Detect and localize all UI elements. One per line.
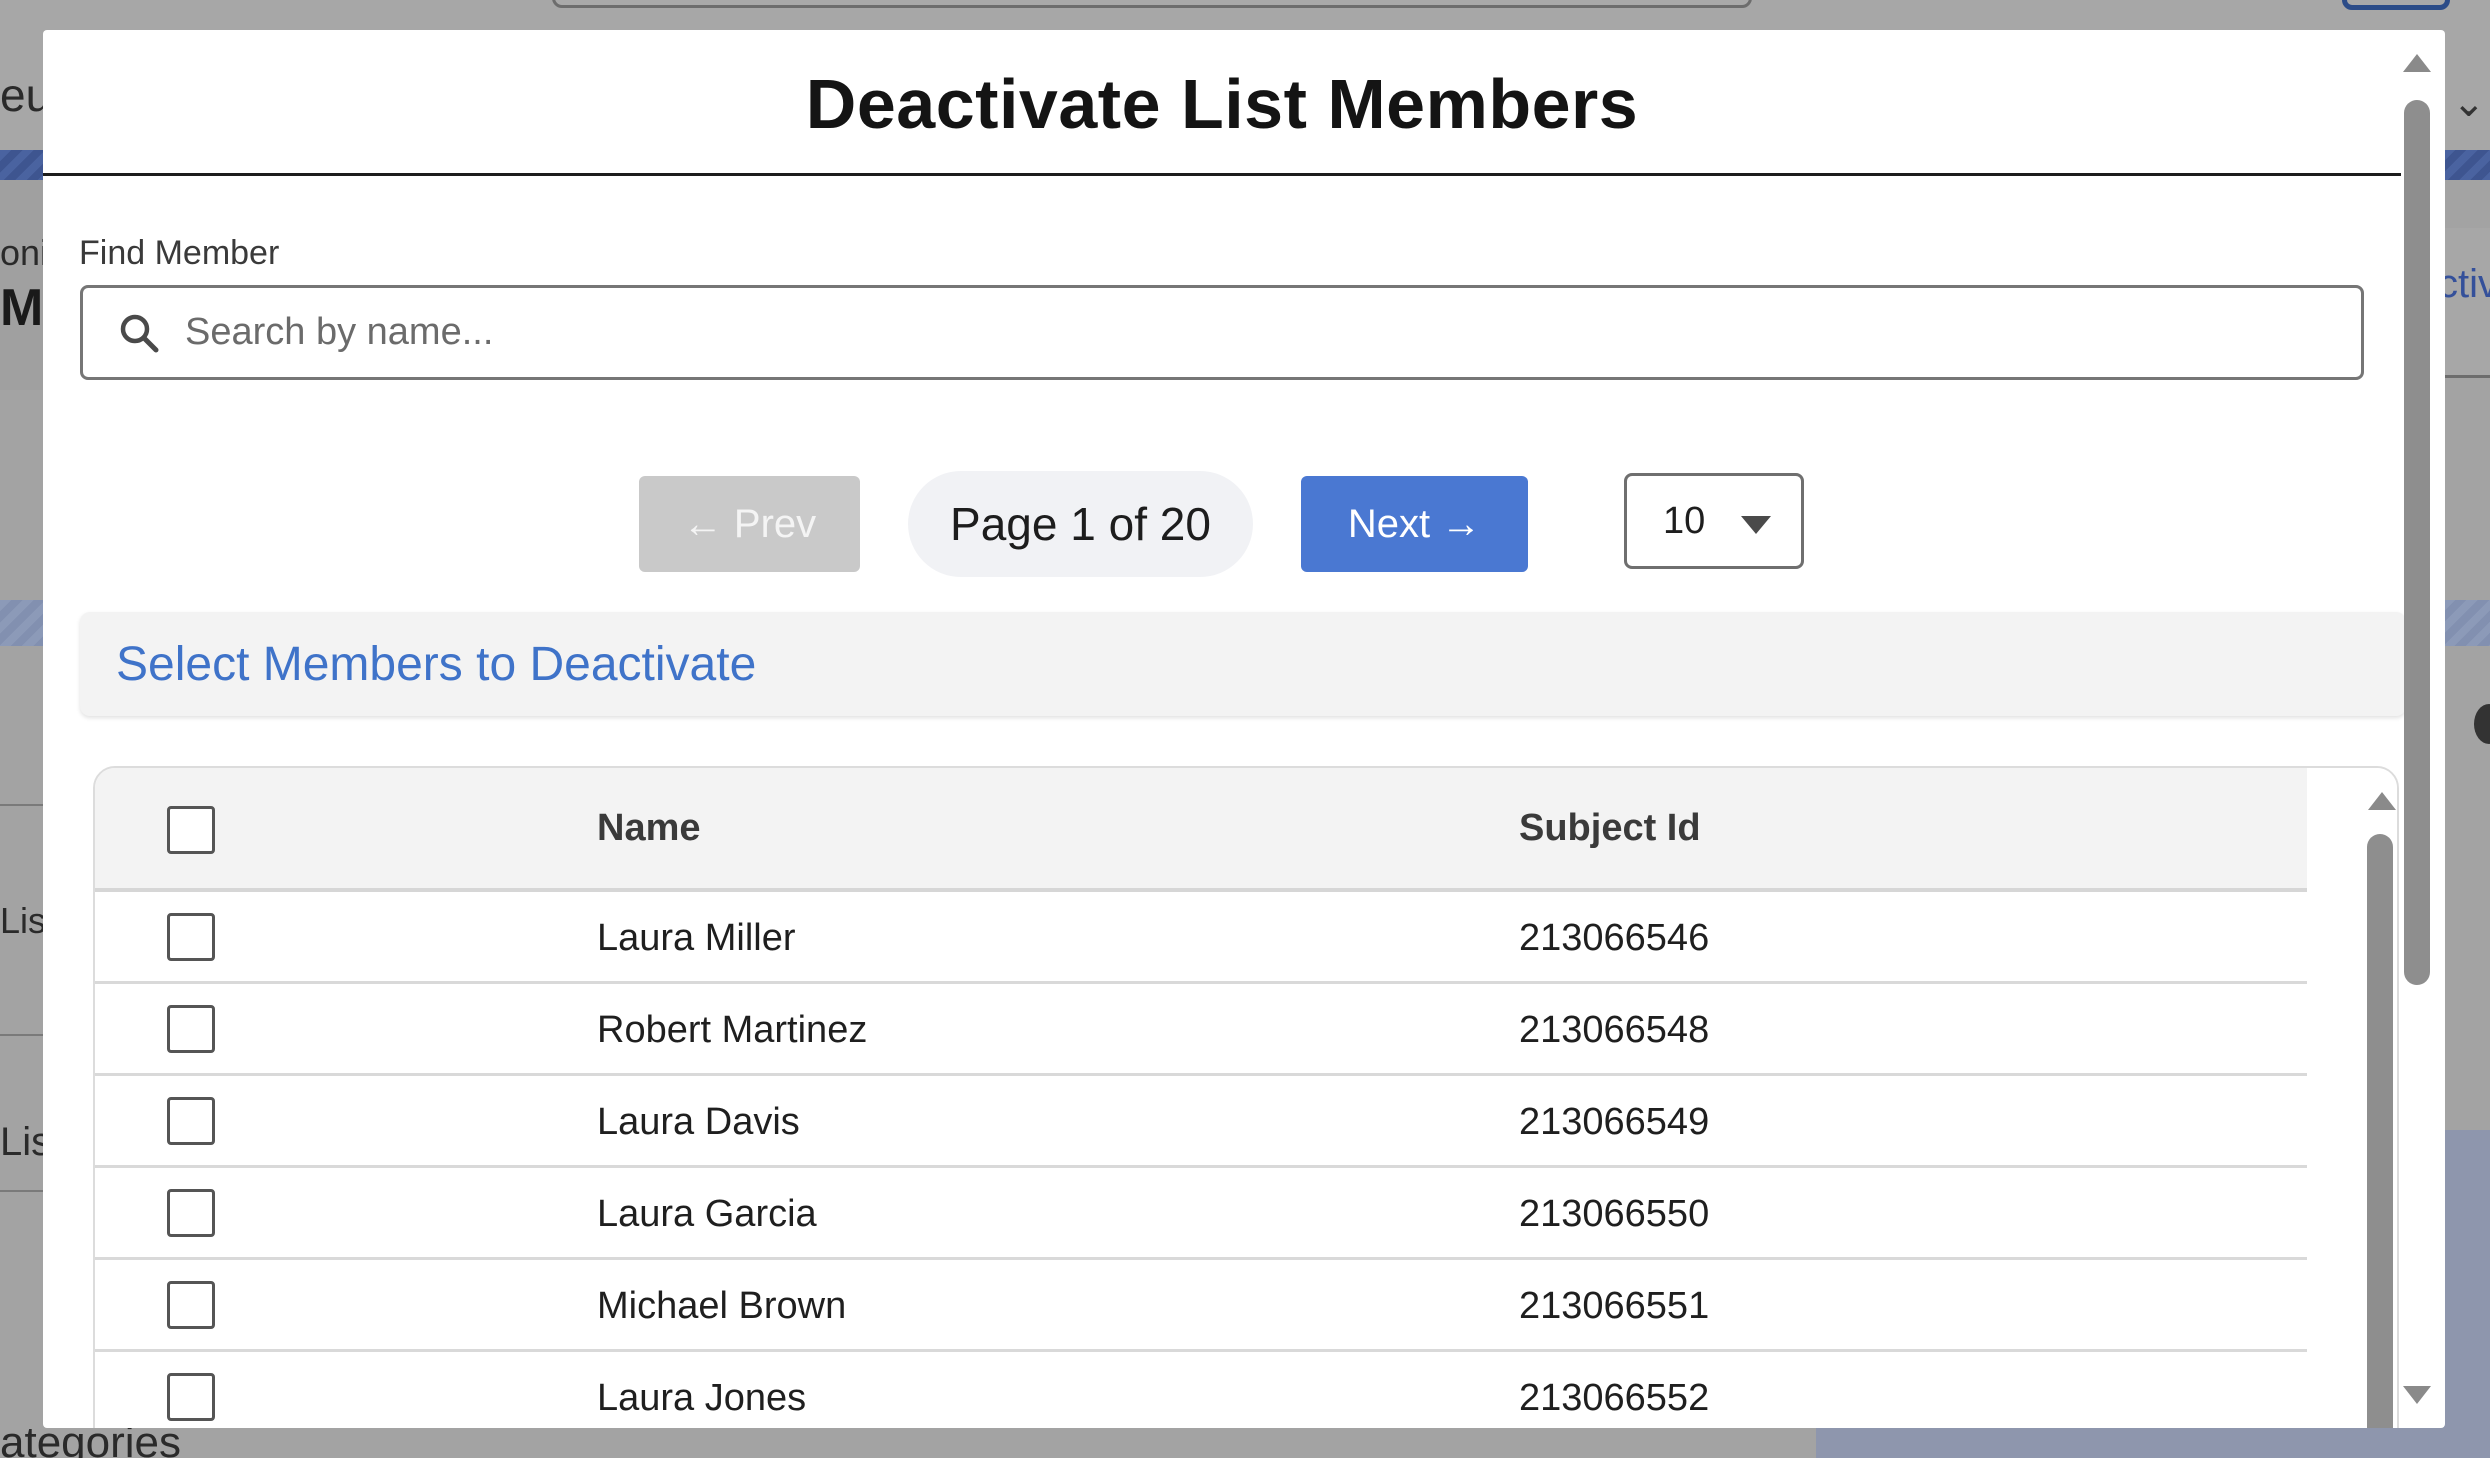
background-top-button — [2342, 0, 2450, 10]
caret-down-icon — [1741, 516, 1771, 534]
search-icon — [117, 311, 161, 355]
member-name: Laura Garcia — [597, 1192, 817, 1235]
row-checkbox[interactable] — [167, 1281, 215, 1329]
row-checkbox[interactable] — [167, 1097, 215, 1145]
search-input[interactable] — [185, 311, 2361, 354]
modal-header: Deactivate List Members — [43, 30, 2401, 176]
subject-id: 213066550 — [1519, 1192, 1710, 1235]
background-text: oni — [0, 232, 49, 273]
member-name: Laura Davis — [597, 1100, 800, 1143]
prev-page-button[interactable]: ← Prev — [639, 476, 860, 572]
table-scrollbar-thumb[interactable] — [2367, 834, 2393, 1428]
section-title: Select Members to Deactivate — [116, 637, 757, 691]
background-divider — [0, 1190, 44, 1192]
table-row[interactable]: Robert Martinez 213066548 — [95, 984, 2307, 1076]
background-divider — [0, 1034, 44, 1036]
background-tab: ctiv — [2438, 262, 2490, 306]
table-header: Name Subject Id — [95, 768, 2307, 892]
subject-id: 213066552 — [1519, 1376, 1710, 1419]
subject-id: 213066549 — [1519, 1100, 1710, 1143]
member-name: Robert Martinez — [597, 1008, 868, 1051]
table-row[interactable]: Laura Davis 213066549 — [95, 1076, 2307, 1168]
member-name: Laura Jones — [597, 1376, 807, 1419]
page-size-select[interactable]: 10 — [1624, 473, 1804, 569]
background-divider — [0, 804, 44, 806]
modal-scrollbar-thumb[interactable] — [2404, 100, 2430, 985]
modal-title: Deactivate List Members — [805, 65, 1639, 143]
find-member-label: Find Member — [79, 234, 280, 272]
subject-id: 213066551 — [1519, 1284, 1710, 1327]
column-header-subject-id[interactable]: Subject Id — [1519, 768, 1701, 888]
page-size-value: 10 — [1663, 499, 1706, 542]
select-all-checkbox[interactable] — [167, 806, 215, 854]
scroll-up-icon[interactable] — [2368, 792, 2396, 810]
section-header: Select Members to Deactivate — [80, 612, 2406, 716]
background-search-box — [552, 0, 1752, 8]
table-row[interactable]: Michael Brown 213066551 — [95, 1260, 2307, 1352]
background-chevron-down-icon: ⌄ — [2452, 81, 2486, 125]
subject-id: 213066546 — [1519, 916, 1710, 959]
table-row[interactable]: Laura Jones 213066552 — [95, 1352, 2307, 1428]
table-row[interactable]: Laura Garcia 213066550 — [95, 1168, 2307, 1260]
members-table: Name Subject Id Laura Miller 213066546 R… — [93, 766, 2399, 1428]
row-checkbox[interactable] — [167, 1373, 215, 1421]
background-dot-icon — [2474, 704, 2490, 744]
column-header-name[interactable]: Name — [597, 768, 701, 888]
row-checkbox[interactable] — [167, 913, 215, 961]
table-row[interactable]: Laura Miller 213066546 — [95, 892, 2307, 984]
scroll-down-icon[interactable] — [2403, 1386, 2431, 1404]
deactivate-members-modal: Deactivate List Members Find Member ← Pr… — [43, 30, 2445, 1428]
next-page-button[interactable]: Next → — [1301, 476, 1528, 572]
row-checkbox[interactable] — [167, 1189, 215, 1237]
scroll-up-icon[interactable] — [2403, 54, 2431, 72]
member-name: Laura Miller — [597, 916, 796, 959]
subject-id: 213066548 — [1519, 1008, 1710, 1051]
search-field[interactable] — [80, 285, 2364, 380]
page-indicator: Page 1 of 20 — [908, 471, 1253, 577]
member-name: Michael Brown — [597, 1284, 847, 1327]
row-checkbox[interactable] — [167, 1005, 215, 1053]
